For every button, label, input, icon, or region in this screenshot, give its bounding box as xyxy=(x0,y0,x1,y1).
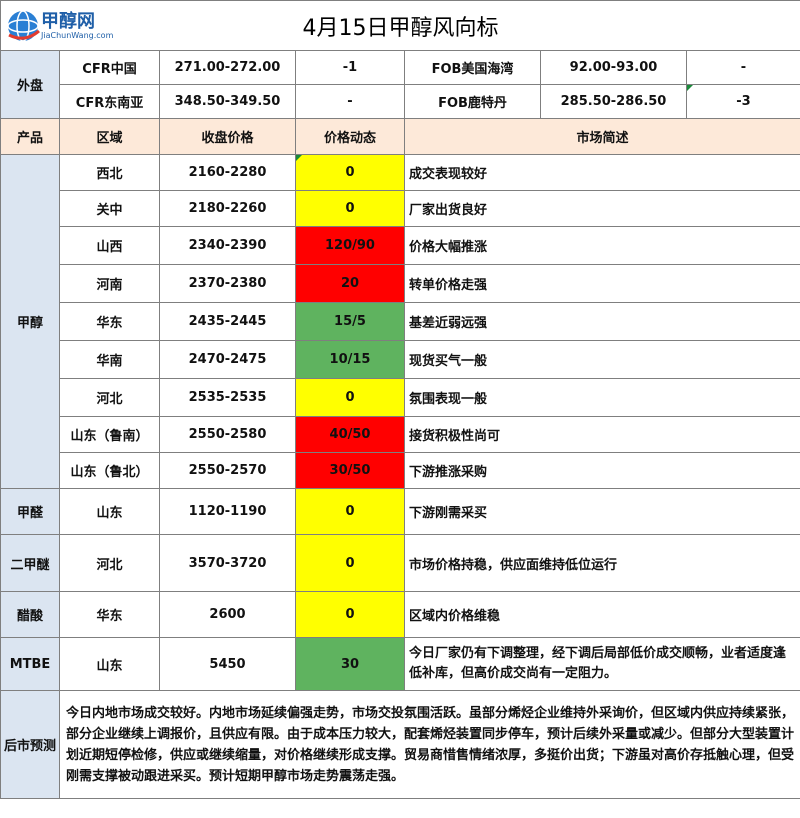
price-cell: 2550-2570 xyxy=(159,452,296,489)
change-cell: 0 xyxy=(295,488,405,535)
region-cell: 西北 xyxy=(59,154,160,191)
change-cell: 30 xyxy=(295,637,405,691)
methanol-label: 甲醇 xyxy=(0,154,60,489)
page-title: 4月15日甲醇风向标 xyxy=(302,15,499,41)
table-row: 山西 2340-2390 120/90 价格大幅推涨 xyxy=(1,226,800,265)
methanol-report-sheet: 甲醇网 JiaChunWang.com 4月15日甲醇风向标 外盘 CFR中国 … xyxy=(0,0,800,818)
ext-a-price-0: 271.00-272.00 xyxy=(159,50,296,85)
note-cell: 市场价格持稳，供应面维持低位运行 xyxy=(403,534,800,592)
table-row: 山东（鲁北） 2550-2570 30/50 下游推涨采购 xyxy=(1,452,800,489)
header-market-summary: 市场简述 xyxy=(403,118,800,155)
price-cell: 2600 xyxy=(159,591,296,638)
price-cell: 5450 xyxy=(159,637,296,691)
note-cell: 下游刚需采买 xyxy=(403,488,800,535)
change-cell: 10/15 xyxy=(295,340,405,379)
header-region: 区域 xyxy=(59,118,160,155)
change-cell: 20 xyxy=(295,264,405,303)
ext-b-name-0: FOB美国海湾 xyxy=(404,50,541,85)
price-cell: 2535-2535 xyxy=(159,378,296,417)
table-row: 二甲醚 河北 3570-3720 0 市场价格持稳，供应面维持低位运行 xyxy=(0,534,800,592)
region-cell: 华东 xyxy=(59,591,160,638)
header-price-dynamic: 价格动态 xyxy=(295,118,405,155)
price-cell: 2340-2390 xyxy=(159,226,296,265)
logo-brand-cn: 甲醇网 xyxy=(41,11,95,32)
price-cell: 2160-2280 xyxy=(159,154,296,191)
external-label: 外盘 xyxy=(0,50,60,119)
change-cell: 0 xyxy=(295,591,405,638)
region-cell: 山东 xyxy=(59,637,160,691)
note-cell: 今日厂家仍有下调整理，经下调后局部低价成交顺畅，业者适度逢低补库，但高价成交尚有… xyxy=(403,637,800,691)
price-cell: 3570-3720 xyxy=(159,534,296,592)
change-cell: 120/90 xyxy=(295,226,405,265)
note-cell: 成交表现较好 xyxy=(403,154,800,191)
ext-a-price-1: 348.50-349.50 xyxy=(159,84,296,119)
table-row: 甲醇 西北 2160-2280 0 成交表现较好 xyxy=(0,154,800,489)
table-row: 华东 2435-2445 15/5 基差近弱远强 xyxy=(1,302,800,341)
forecast-text: 今日内地市场成交较好。内地市场延续偏强走势，市场交投氛围活跃。虽部分烯烃企业维持… xyxy=(58,690,800,799)
report-table: 甲醇网 JiaChunWang.com 4月15日甲醇风向标 外盘 CFR中国 … xyxy=(0,0,800,799)
region-cell: 山东（鲁北） xyxy=(59,452,160,489)
change-cell: 40/50 xyxy=(295,416,405,453)
region-cell: 河南 xyxy=(59,264,160,303)
table-row: MTBE 山东 5450 30 今日厂家仍有下调整理，经下调后局部低价成交顺畅，… xyxy=(0,637,800,691)
change-cell: 0 xyxy=(295,534,405,592)
forecast-label: 后市预测 xyxy=(0,690,60,799)
table-row: 关中 2180-2260 0 厂家出货良好 xyxy=(1,190,800,227)
note-cell: 厂家出货良好 xyxy=(403,190,800,227)
region-cell: 山东 xyxy=(59,488,160,535)
ext-a-change-0: -1 xyxy=(295,50,405,85)
table-row: 河南 2370-2380 20 转单价格走强 xyxy=(1,264,800,303)
region-cell: 河北 xyxy=(59,378,160,417)
product-cell: MTBE xyxy=(0,637,60,691)
ext-b-change-1: -3 xyxy=(685,84,800,119)
ext-b-name-1: FOB鹿特丹 xyxy=(404,84,541,119)
region-cell: 山西 xyxy=(59,226,160,265)
change-cell: 0 xyxy=(295,154,405,191)
price-cell: 2550-2580 xyxy=(159,416,296,453)
ext-b-price-0: 92.00-93.00 xyxy=(540,50,687,85)
region-cell: 山东（鲁南） xyxy=(59,416,160,453)
header-product: 产品 xyxy=(0,118,60,155)
region-cell: 河北 xyxy=(59,534,160,592)
price-cell: 2370-2380 xyxy=(159,264,296,303)
title-cell: 甲醇网 JiaChunWang.com 4月15日甲醇风向标 xyxy=(0,0,800,51)
price-cell: 2180-2260 xyxy=(159,190,296,227)
note-cell: 基差近弱远强 xyxy=(403,302,800,341)
table-row: 河北 2535-2535 0 氛围表现一般 xyxy=(1,378,800,417)
region-cell: 关中 xyxy=(59,190,160,227)
ext-b-price-1: 285.50-286.50 xyxy=(540,84,687,119)
table-row: 醋酸 华东 2600 0 区域内价格维稳 xyxy=(0,591,800,638)
product-cell: 二甲醚 xyxy=(0,534,60,592)
ext-a-name-1: CFR东南亚 xyxy=(59,84,160,119)
note-cell: 下游推涨采购 xyxy=(403,452,800,489)
table-row: 华南 2470-2475 10/15 现货买气一般 xyxy=(1,340,800,379)
table-row: 甲醛 山东 1120-1190 0 下游刚需采买 xyxy=(0,488,800,535)
note-cell: 接货积极性尚可 xyxy=(403,416,800,453)
table-row: 山东（鲁南） 2550-2580 40/50 接货积极性尚可 xyxy=(1,416,800,453)
change-cell: 15/5 xyxy=(295,302,405,341)
change-cell: 0 xyxy=(295,190,405,227)
logo-brand-en: JiaChunWang.com xyxy=(41,31,114,40)
price-cell: 1120-1190 xyxy=(159,488,296,535)
note-cell: 氛围表现一般 xyxy=(403,378,800,417)
product-cell: 醋酸 xyxy=(0,591,60,638)
product-cell: 甲醛 xyxy=(0,488,60,535)
header-close-price: 收盘价格 xyxy=(159,118,296,155)
note-cell: 价格大幅推涨 xyxy=(403,226,800,265)
note-cell: 转单价格走强 xyxy=(403,264,800,303)
price-cell: 2470-2475 xyxy=(159,340,296,379)
note-cell: 区域内价格维稳 xyxy=(403,591,800,638)
price-cell: 2435-2445 xyxy=(159,302,296,341)
ext-b-change-0: - xyxy=(685,50,800,85)
change-cell: 0 xyxy=(295,378,405,417)
region-cell: 华东 xyxy=(59,302,160,341)
region-cell: 华南 xyxy=(59,340,160,379)
ext-a-change-1: - xyxy=(295,84,405,119)
change-cell: 30/50 xyxy=(295,452,405,489)
ext-a-name-0: CFR中国 xyxy=(59,50,160,85)
note-cell: 现货买气一般 xyxy=(403,340,800,379)
